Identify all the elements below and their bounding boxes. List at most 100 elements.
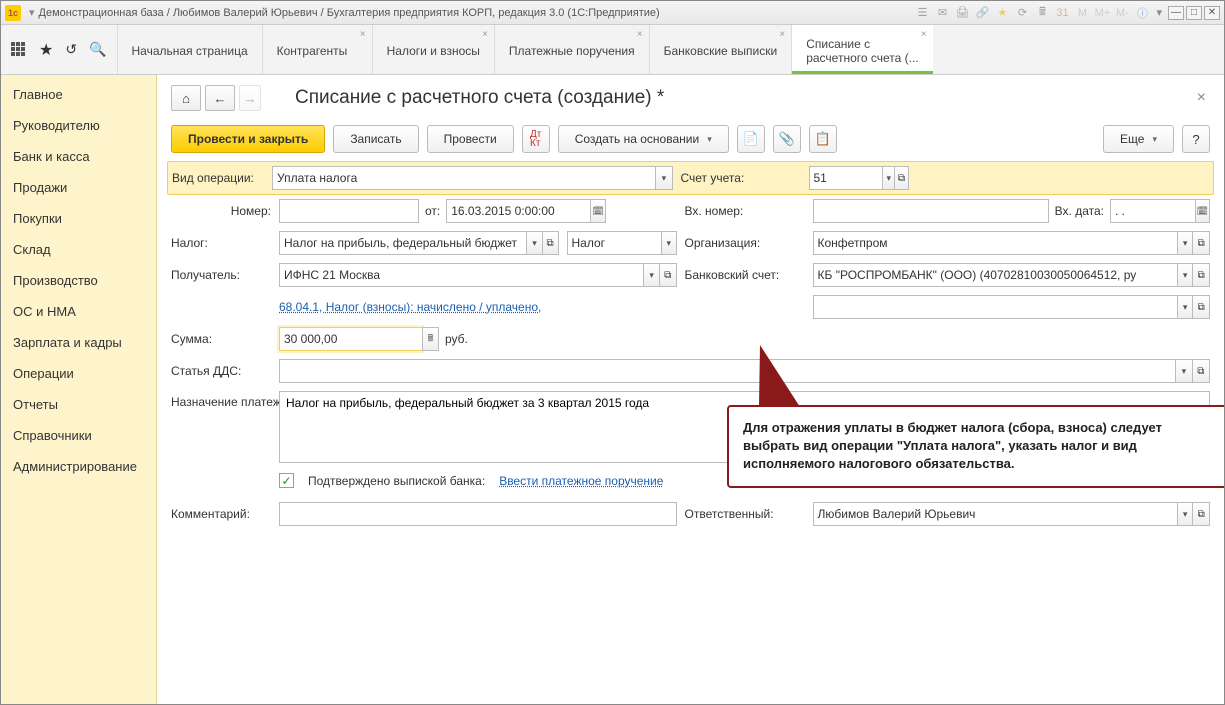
window-close[interactable]: ✕ <box>1204 6 1220 20</box>
tb-icon-5[interactable]: ⟳ <box>1014 5 1030 21</box>
list-icon[interactable]: 📋 <box>809 125 837 153</box>
sidebar-item-production[interactable]: Производство <box>1 265 156 296</box>
tax-input[interactable]: Налог на прибыль, федеральный бюджет <box>279 231 526 255</box>
account-input[interactable]: 51 <box>809 166 883 190</box>
recipient-dropdown[interactable]: ▾ <box>643 263 660 287</box>
dds-dropdown[interactable]: ▾ <box>1175 359 1192 383</box>
sidebar-item-catalogs[interactable]: Справочники <box>1 420 156 451</box>
tb-icon-1[interactable]: ☰ <box>914 5 930 21</box>
main-content: ⌂ ← → Списание с расчетного счета (созда… <box>157 75 1224 704</box>
inc-date-input[interactable]: . . <box>1110 199 1195 223</box>
responsible-input[interactable]: Любимов Валерий Юрьевич <box>813 502 1177 526</box>
sidebar-item-operations[interactable]: Операции <box>1 358 156 389</box>
save-button[interactable]: Записать <box>333 125 418 153</box>
tab-close-icon[interactable]: × <box>779 29 785 40</box>
account-dropdown[interactable]: ▾ <box>882 166 895 190</box>
date-input[interactable]: 16.03.2015 0:00:00 <box>446 199 590 223</box>
bank-acc-dropdown[interactable]: ▾ <box>1177 263 1194 287</box>
tb-mminus[interactable]: M- <box>1114 5 1130 21</box>
sidebar-item-bank[interactable]: Банк и касса <box>1 141 156 172</box>
search-icon[interactable]: 🔍 <box>89 41 106 58</box>
responsible-dropdown[interactable]: ▾ <box>1177 502 1194 526</box>
create-based-button[interactable]: Создать на основании <box>558 125 729 153</box>
tb-mplus[interactable]: M+ <box>1094 5 1110 21</box>
forward-button[interactable]: → <box>239 85 261 111</box>
sidebar-item-fixed-assets[interactable]: ОС и НМА <box>1 296 156 327</box>
tb-icon-cal[interactable]: 31 <box>1054 5 1070 21</box>
sidebar-item-admin[interactable]: Администрирование <box>1 451 156 482</box>
sidebar-item-hr[interactable]: Зарплата и кадры <box>1 327 156 358</box>
date-picker-icon[interactable]: 🗓 <box>590 199 606 223</box>
recipient-open[interactable]: ⧉ <box>660 263 677 287</box>
extra-dropdown[interactable]: ▾ <box>1177 295 1194 319</box>
dtkt-icon[interactable]: ДтКт <box>522 125 550 153</box>
org-dropdown[interactable]: ▾ <box>1177 231 1194 255</box>
tab-counterparties[interactable]: Контрагенты× <box>262 25 372 74</box>
history-icon[interactable]: ↺ <box>65 41 77 58</box>
sum-input[interactable]: 30 000,00 <box>279 327 422 351</box>
tb-icon-3[interactable]: 🖨 <box>954 5 970 21</box>
back-button[interactable]: ← <box>205 85 235 111</box>
post-button[interactable]: Провести <box>427 125 514 153</box>
window-minimize[interactable]: — <box>1168 6 1184 20</box>
sidebar-item-warehouse[interactable]: Склад <box>1 234 156 265</box>
tab-taxes[interactable]: Налоги и взносы× <box>372 25 494 74</box>
tb-m[interactable]: M <box>1074 5 1090 21</box>
more-button[interactable]: Еще <box>1103 125 1174 153</box>
confirmed-checkbox[interactable]: ✓ <box>279 473 294 488</box>
number-input[interactable] <box>279 199 419 223</box>
inc-date-picker-icon[interactable]: 🗓 <box>1195 199 1210 223</box>
tb-icon-calc[interactable]: 🖩 <box>1034 5 1050 21</box>
sidebar-item-Руководителю[interactable]: Руководителю <box>1 110 156 141</box>
dds-open[interactable]: ⧉ <box>1193 359 1210 383</box>
org-open[interactable]: ⧉ <box>1193 231 1210 255</box>
report-icon[interactable]: 📄 <box>737 125 765 153</box>
tax-type-dropdown[interactable]: ▾ <box>661 231 677 255</box>
tb-info-icon[interactable]: ⓘ <box>1134 5 1150 21</box>
window-maximize[interactable]: □ <box>1186 6 1202 20</box>
tb-icon-2[interactable]: ✉ <box>934 5 950 21</box>
titlebar-dropdown-icon[interactable]: ▾ <box>29 6 35 19</box>
tax-open[interactable]: ⧉ <box>543 231 559 255</box>
sidebar-item-main[interactable]: Главное <box>1 79 156 110</box>
account-open[interactable]: ⧉ <box>895 166 908 190</box>
extra-input[interactable] <box>813 295 1177 319</box>
recipient-input[interactable]: ИФНС 21 Москва <box>279 263 643 287</box>
apps-grid-icon[interactable] <box>11 42 27 58</box>
org-input[interactable]: Конфетпром <box>813 231 1177 255</box>
favorites-icon[interactable]: ★ <box>39 40 53 60</box>
tab-home[interactable]: Начальная страница <box>117 25 262 74</box>
tab-close-icon[interactable]: × <box>482 29 488 40</box>
post-and-close-button[interactable]: Провести и закрыть <box>171 125 325 153</box>
tax-link[interactable]: 68.04.1, Налог (взносы): начислено / упл… <box>279 300 541 314</box>
page-close-icon[interactable]: × <box>1193 85 1210 111</box>
tab-writeoff[interactable]: Списание срасчетного счета (...× <box>791 25 932 74</box>
tax-type-input[interactable]: Налог <box>567 231 661 255</box>
enter-order-link[interactable]: Ввести платежное поручение <box>499 474 663 488</box>
tab-close-icon[interactable]: × <box>637 29 643 40</box>
bank-acc-input[interactable]: КБ "РОСПРОМБАНК" (ООО) (4070281003005006… <box>813 263 1177 287</box>
op-type-input[interactable]: Уплата налога <box>272 166 655 190</box>
tab-close-icon[interactable]: × <box>360 29 366 40</box>
sidebar-item-purchases[interactable]: Покупки <box>1 203 156 234</box>
comment-input[interactable] <box>279 502 677 526</box>
tb-icon-4[interactable]: 🔗 <box>974 5 990 21</box>
tab-payments[interactable]: Платежные поручения× <box>494 25 649 74</box>
dds-input[interactable] <box>279 359 1175 383</box>
extra-open[interactable]: ⧉ <box>1193 295 1210 319</box>
op-type-dropdown[interactable]: ▾ <box>655 166 672 190</box>
responsible-open[interactable]: ⧉ <box>1193 502 1210 526</box>
tax-dropdown[interactable]: ▾ <box>526 231 542 255</box>
sidebar-item-reports[interactable]: Отчеты <box>1 389 156 420</box>
tb-icon-star[interactable]: ★ <box>994 5 1010 21</box>
home-button[interactable]: ⌂ <box>171 85 201 111</box>
tb-info-dd[interactable]: ▾ <box>1156 6 1162 19</box>
help-button[interactable]: ? <box>1182 125 1210 153</box>
tab-close-icon[interactable]: × <box>921 29 927 40</box>
sidebar-item-sales[interactable]: Продажи <box>1 172 156 203</box>
bank-acc-open[interactable]: ⧉ <box>1193 263 1210 287</box>
sum-calc-icon[interactable]: 🖩 <box>422 327 439 351</box>
attach-icon[interactable]: 📎 <box>773 125 801 153</box>
inc-number-input[interactable] <box>813 199 1049 223</box>
tab-bank[interactable]: Банковские выписки× <box>649 25 792 74</box>
